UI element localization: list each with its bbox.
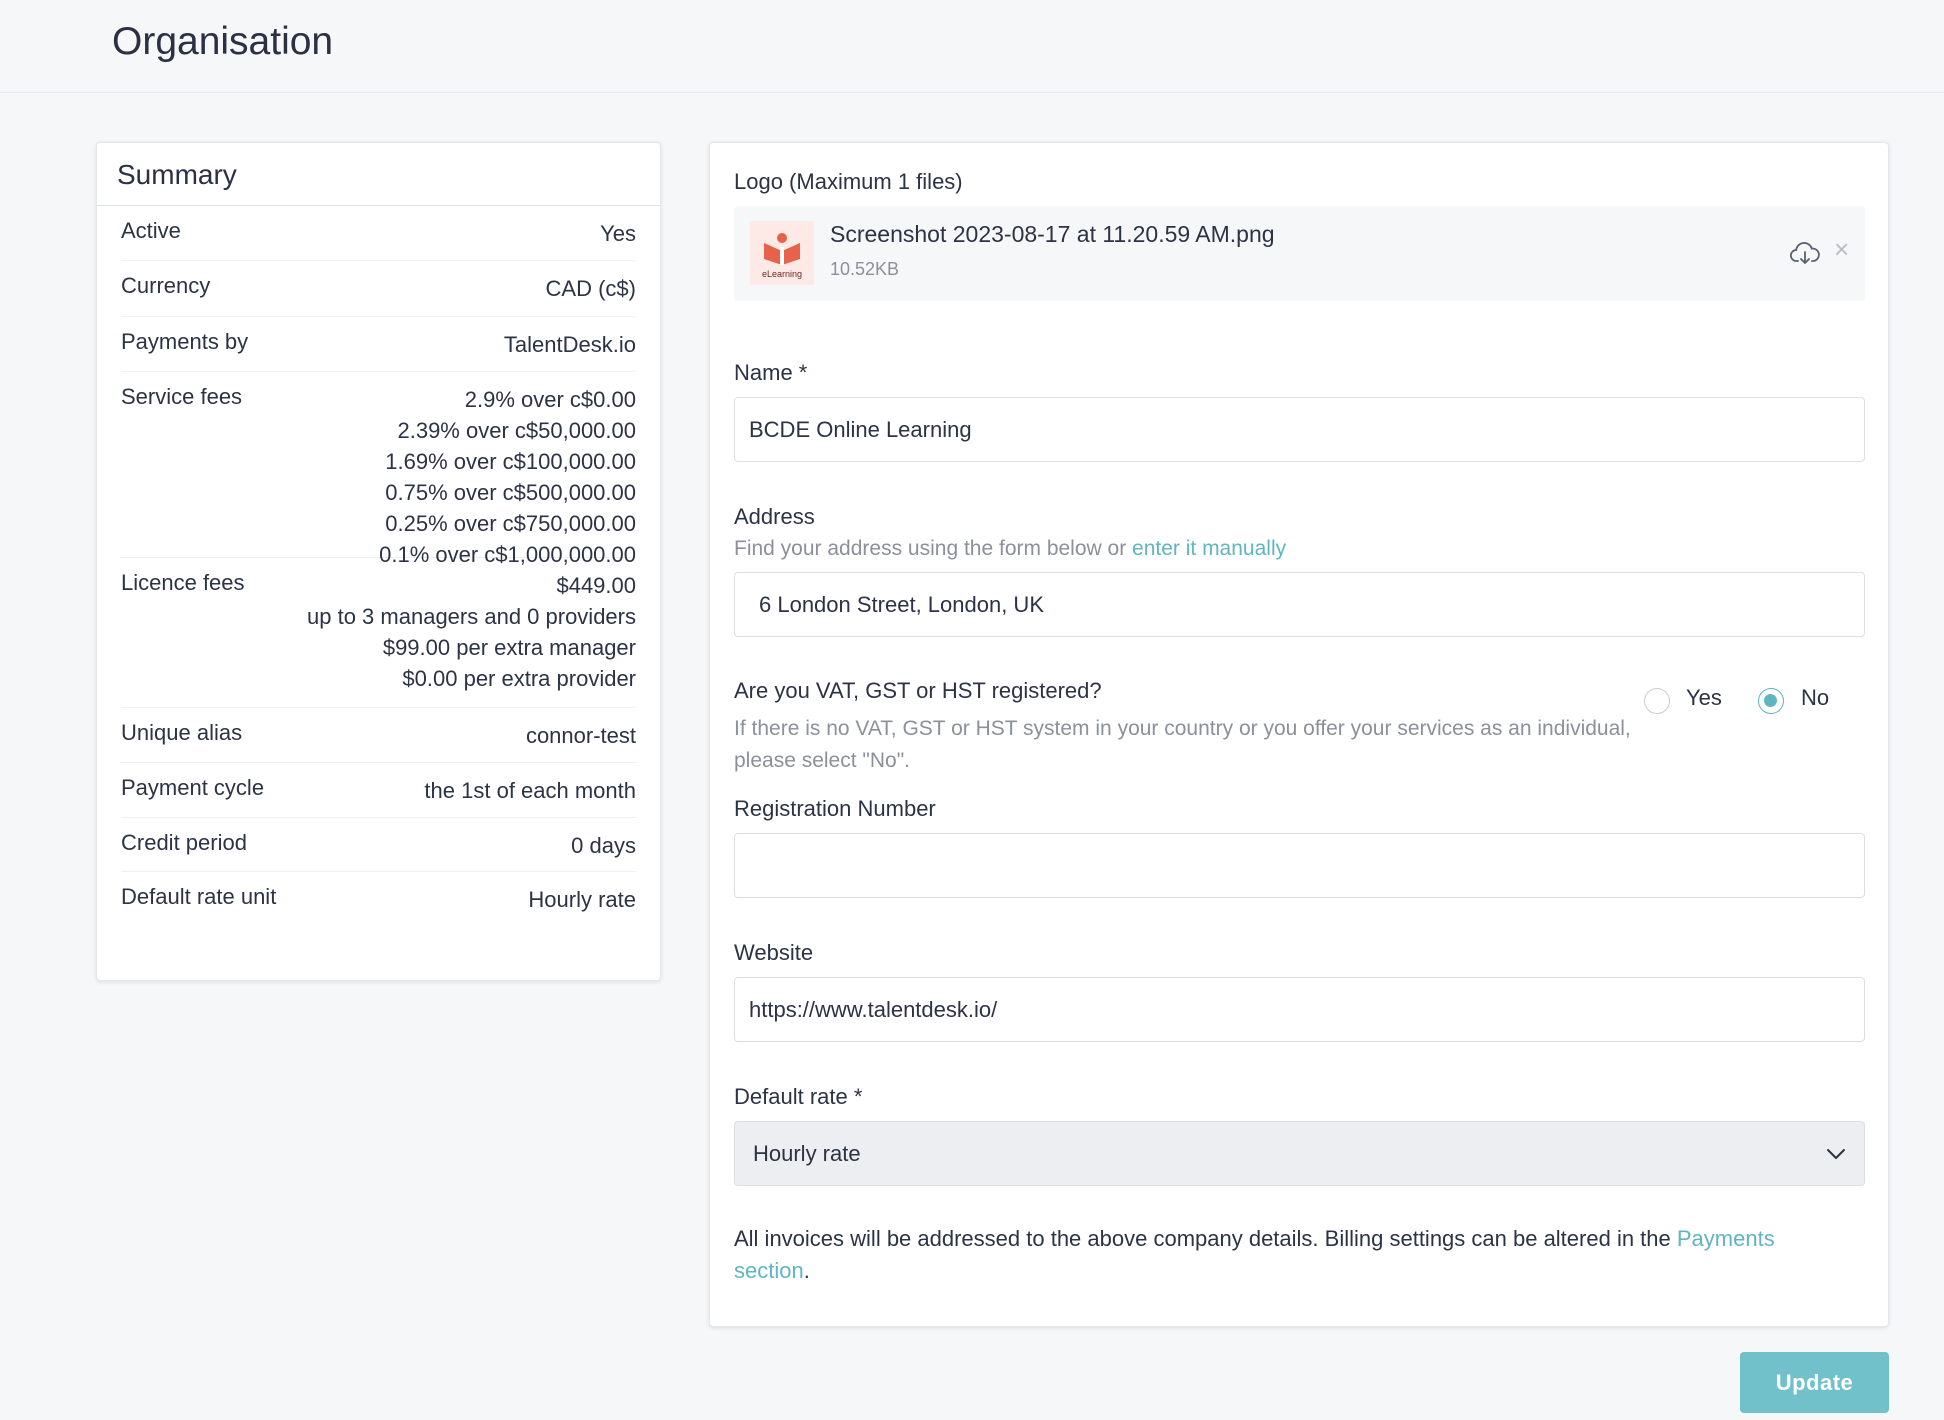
website-input[interactable]: https://www.talentdesk.io/ bbox=[734, 977, 1865, 1042]
enter-manually-link[interactable]: enter it manually bbox=[1132, 537, 1286, 560]
summary-value-line: TalentDesk.io bbox=[503, 332, 636, 357]
address-hint-text: Find your address using the form below o… bbox=[734, 537, 1133, 560]
chevron-down-icon bbox=[1827, 1148, 1845, 1159]
summary-row-value: Yes bbox=[600, 206, 636, 249]
summary-rows: Active Yes Currency CAD (c$) Payments by Tale… bbox=[97, 206, 660, 928]
thumb-text: eLearning bbox=[762, 269, 802, 279]
summary-row: Payments by TalentDesk.io bbox=[121, 317, 636, 372]
default-rate-value: Hourly rate bbox=[753, 1140, 861, 1166]
organisation-form: Logo (Maximum 1 files) eLearning Screens… bbox=[709, 142, 1889, 1327]
name-input[interactable]: BCDE Online Learning bbox=[734, 397, 1865, 462]
logo-file-size: 10.52KB bbox=[830, 259, 900, 279]
summary-row-value: CAD (c$) bbox=[546, 261, 636, 304]
address-hint: Find your address using the form below o… bbox=[734, 533, 1286, 565]
summary-row-value: TalentDesk.io bbox=[504, 317, 636, 360]
name-label: Name * bbox=[734, 360, 808, 385]
logo-file-name: Screenshot 2023-08-17 at 11.20.59 AM.png bbox=[830, 221, 1275, 247]
summary-row-value: the 1st of each month bbox=[424, 763, 636, 806]
summary-value-line: connor-test bbox=[525, 723, 636, 748]
summary-value-line: $99.00 per extra manager bbox=[382, 635, 636, 660]
summary-value-line: Yes bbox=[600, 221, 636, 246]
summary-row: Service fees 2.9% over c$0.00 2.39% over c… bbox=[121, 372, 636, 567]
summary-row-value: 2.9% over c$0.00 2.39% over c$50,000.00 1.… bbox=[379, 372, 636, 570]
summary-value-line: 2.9% over c$0.00 bbox=[464, 387, 636, 412]
logo-file-item: eLearning Screenshot 2023-08-17 at 11.20… bbox=[734, 206, 1865, 301]
summary-value-line: 0.75% over c$500,000.00 bbox=[385, 480, 636, 505]
summary-value-line: 2.39% over c$50,000.00 bbox=[397, 418, 636, 443]
summary-value-line: 1.69% over c$100,000.00 bbox=[385, 449, 636, 474]
cloud-download-icon[interactable] bbox=[1789, 238, 1821, 270]
summary-row: Licence fees $449.00 up to 3 managers and … bbox=[121, 558, 636, 708]
summary-row-label: Unique alias bbox=[121, 720, 243, 745]
vat-yes-radio[interactable] bbox=[1644, 688, 1670, 714]
billing-note: All invoices will be addressed to the ab… bbox=[734, 1223, 1854, 1287]
summary-row: Currency CAD (c$) bbox=[121, 261, 636, 317]
summary-row: Unique alias connor-test bbox=[121, 708, 636, 763]
summary-row-value: Hourly rate bbox=[528, 872, 636, 915]
summary-row-label: Default rate unit bbox=[121, 884, 277, 909]
summary-row-value: $449.00 up to 3 managers and 0 providers $… bbox=[307, 558, 636, 694]
summary-row-label: Payments by bbox=[121, 329, 249, 354]
vat-no-label[interactable]: No bbox=[1801, 685, 1829, 711]
logo-label: Logo (Maximum 1 files) bbox=[734, 169, 963, 194]
address-input[interactable]: 6 London Street, London, UK bbox=[734, 572, 1865, 637]
summary-row: Payment cycle the 1st of each month bbox=[121, 763, 636, 818]
page-title: Organisation bbox=[112, 20, 334, 63]
summary-value-line: up to 3 managers and 0 providers bbox=[307, 604, 636, 629]
website-input-value: https://www.talentdesk.io/ bbox=[749, 996, 998, 1022]
website-label: Website bbox=[734, 940, 814, 965]
summary-value-line: $0.00 per extra provider bbox=[402, 666, 636, 691]
summary-row-label: Service fees bbox=[121, 384, 243, 409]
summary-row-label: Licence fees bbox=[121, 570, 245, 595]
vat-no-radio[interactable] bbox=[1758, 688, 1784, 714]
update-button[interactable]: Update bbox=[1740, 1352, 1889, 1413]
summary-value-line: the 1st of each month bbox=[424, 778, 636, 803]
summary-row: Default rate unit Hourly rate bbox=[121, 872, 636, 928]
name-input-value: BCDE Online Learning bbox=[749, 416, 972, 442]
summary-row: Credit period 0 days bbox=[121, 818, 636, 872]
vat-hint: If there is no VAT, GST or HST system in… bbox=[734, 717, 1631, 772]
summary-row-value: 0 days bbox=[571, 818, 636, 861]
billing-note-suffix: . bbox=[803, 1258, 810, 1283]
registration-number-input[interactable] bbox=[734, 833, 1865, 898]
summary-row-label: Active bbox=[121, 218, 181, 243]
summary-title: Summary bbox=[97, 143, 660, 206]
summary-value-line: $449.00 bbox=[556, 573, 636, 598]
close-icon[interactable]: × bbox=[1834, 234, 1849, 265]
logo-thumbnail: eLearning bbox=[750, 221, 814, 285]
summary-value-line: 0.25% over c$750,000.00 bbox=[385, 511, 636, 536]
summary-value-line: Hourly rate bbox=[528, 887, 636, 912]
default-rate-select[interactable]: Hourly rate bbox=[734, 1121, 1865, 1186]
summary-row-label: Credit period bbox=[121, 830, 247, 855]
billing-note-text: All invoices will be addressed to the ab… bbox=[734, 1226, 1677, 1251]
summary-row: Active Yes bbox=[121, 206, 636, 261]
elearning-logo-icon: eLearning bbox=[750, 221, 814, 285]
address-label: Address bbox=[734, 504, 815, 529]
summary-row-label: Payment cycle bbox=[121, 775, 265, 800]
summary-row-value: connor-test bbox=[526, 708, 636, 751]
summary-row-label: Currency bbox=[121, 273, 211, 298]
summary-value-line: CAD (c$) bbox=[545, 276, 636, 301]
default-rate-label: Default rate * bbox=[734, 1084, 863, 1109]
summary-card: Summary Active Yes Currency CAD (c$) Payment… bbox=[96, 142, 661, 981]
summary-value-line: 0 days bbox=[571, 833, 636, 858]
page-header: Organisation bbox=[0, 0, 1944, 93]
vat-question: Are you VAT, GST or HST registered? bbox=[734, 678, 1102, 703]
address-input-value: 6 London Street, London, UK bbox=[759, 591, 1044, 617]
vat-yes-label[interactable]: Yes bbox=[1686, 685, 1722, 711]
registration-label: Registration Number bbox=[734, 796, 936, 821]
